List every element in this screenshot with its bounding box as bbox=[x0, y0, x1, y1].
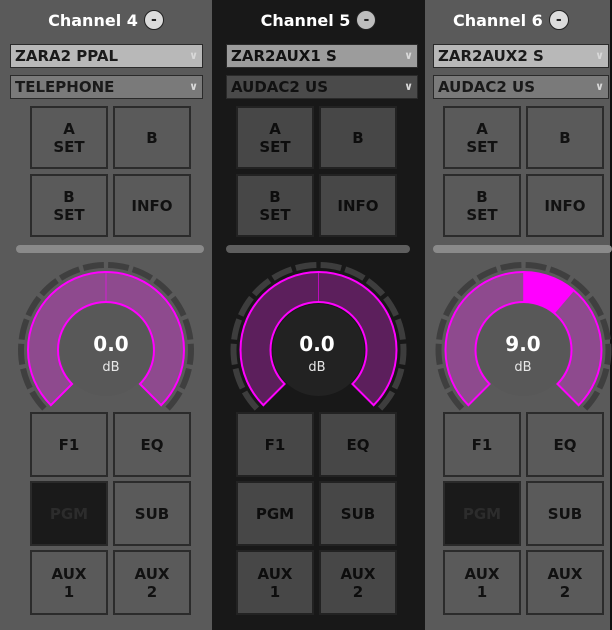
eq-button[interactable]: EQ bbox=[113, 412, 191, 477]
chevron-down-icon: ∨ bbox=[595, 80, 604, 93]
knob-tick bbox=[525, 262, 547, 271]
b-set-button[interactable]: B SET bbox=[30, 174, 108, 237]
f1-button[interactable]: F1 bbox=[30, 412, 108, 477]
knob-tick bbox=[18, 318, 30, 340]
chevron-down-icon: ∨ bbox=[404, 80, 413, 93]
destination-value: AUDAC2 US bbox=[438, 78, 536, 96]
gain-unit: dB bbox=[308, 360, 326, 375]
pgm-button[interactable]: PGM bbox=[30, 481, 108, 546]
a-set-button[interactable]: A SET bbox=[443, 106, 521, 169]
destination-select[interactable]: AUDAC2 US ∨ bbox=[433, 75, 609, 99]
knob-tick bbox=[395, 318, 406, 340]
destination-select[interactable]: AUDAC2 US ∨ bbox=[226, 75, 418, 99]
source-select[interactable]: ZARA2 PPAL ∨ bbox=[10, 44, 203, 68]
separator bbox=[433, 245, 612, 253]
channel-strip-4: Channel 4 - ZARA2 PPAL ∨ TELEPHONE ∨ A S… bbox=[0, 0, 212, 630]
channel-header: Channel 6 - bbox=[425, 8, 610, 32]
knob-tick bbox=[320, 262, 342, 271]
aux2-button[interactable]: AUX 2 bbox=[113, 550, 191, 615]
gain-value: 0.0 bbox=[93, 332, 129, 356]
destination-select[interactable]: TELEPHONE ∨ bbox=[10, 75, 203, 99]
knob-tick bbox=[108, 262, 130, 271]
aux1-button[interactable]: AUX 1 bbox=[443, 550, 521, 615]
knob-tick bbox=[230, 343, 238, 366]
a-set-button[interactable]: A SET bbox=[236, 106, 314, 169]
channel-title: Channel 5 bbox=[260, 10, 351, 30]
knob-tick bbox=[600, 318, 611, 340]
info-button[interactable]: INFO bbox=[526, 174, 604, 237]
b-set-button[interactable]: B SET bbox=[443, 174, 521, 237]
separator bbox=[16, 245, 204, 253]
gain-value: 9.0 bbox=[505, 332, 541, 356]
b-button[interactable]: B bbox=[113, 106, 191, 169]
chevron-down-icon: ∨ bbox=[404, 49, 413, 62]
minus-circle-icon[interactable]: - bbox=[356, 10, 377, 30]
knob-tick bbox=[295, 262, 317, 271]
minus-circle-icon[interactable]: - bbox=[548, 10, 569, 30]
channel-strip-6: Channel 6 - ZAR2AUX2 S ∨ AUDAC2 US ∨ A S… bbox=[425, 0, 612, 630]
chevron-down-icon: ∨ bbox=[189, 80, 198, 93]
knob-tick bbox=[500, 262, 522, 271]
info-button[interactable]: INFO bbox=[319, 174, 397, 237]
source-value: ZARA2 PPAL bbox=[15, 47, 119, 65]
knob-tick bbox=[436, 318, 447, 340]
knob-tick bbox=[186, 343, 194, 366]
aux1-button[interactable]: AUX 1 bbox=[236, 550, 314, 615]
aux2-button[interactable]: AUX 2 bbox=[526, 550, 604, 615]
knob-tick bbox=[435, 343, 443, 366]
knob-tick bbox=[604, 343, 612, 366]
source-value: ZAR2AUX2 S bbox=[438, 47, 544, 65]
knob-tick bbox=[399, 343, 407, 366]
knob-tick bbox=[82, 262, 104, 271]
f1-button[interactable]: F1 bbox=[236, 412, 314, 477]
knob-tick bbox=[182, 318, 194, 340]
a-set-button[interactable]: A SET bbox=[30, 106, 108, 169]
channel-title: Channel 4 bbox=[48, 10, 138, 30]
channel-header: Channel 4 - bbox=[0, 8, 212, 32]
aux1-button[interactable]: AUX 1 bbox=[30, 550, 108, 615]
destination-value: TELEPHONE bbox=[15, 78, 115, 96]
knob-tick bbox=[18, 343, 26, 366]
gain-value: 0.0 bbox=[299, 332, 335, 356]
channel-title: Channel 6 bbox=[453, 10, 543, 30]
mixer-panel: Channel 4 - ZARA2 PPAL ∨ TELEPHONE ∨ A S… bbox=[0, 0, 612, 630]
chevron-down-icon: ∨ bbox=[189, 49, 198, 62]
sub-button[interactable]: SUB bbox=[526, 481, 604, 546]
sub-button[interactable]: SUB bbox=[113, 481, 191, 546]
eq-button[interactable]: EQ bbox=[319, 412, 397, 477]
source-value: ZAR2AUX1 S bbox=[231, 47, 337, 65]
gain-unit: dB bbox=[102, 360, 120, 375]
minus-circle-icon[interactable]: - bbox=[143, 10, 164, 30]
pgm-button[interactable]: PGM bbox=[236, 481, 314, 546]
chevron-down-icon: ∨ bbox=[595, 49, 604, 62]
knob-tick bbox=[231, 318, 242, 340]
channel-header: Channel 5 - bbox=[212, 8, 425, 32]
pgm-button[interactable]: PGM bbox=[443, 481, 521, 546]
f1-button[interactable]: F1 bbox=[443, 412, 521, 477]
b-button[interactable]: B bbox=[319, 106, 397, 169]
eq-button[interactable]: EQ bbox=[526, 412, 604, 477]
source-select[interactable]: ZAR2AUX1 S ∨ bbox=[226, 44, 418, 68]
gain-unit: dB bbox=[514, 360, 532, 375]
info-button[interactable]: INFO bbox=[113, 174, 191, 237]
channel-strip-5: Channel 5 - ZAR2AUX1 S ∨ AUDAC2 US ∨ A S… bbox=[212, 0, 425, 630]
source-select[interactable]: ZAR2AUX2 S ∨ bbox=[433, 44, 609, 68]
b-button[interactable]: B bbox=[526, 106, 604, 169]
separator bbox=[226, 245, 410, 253]
aux2-button[interactable]: AUX 2 bbox=[319, 550, 397, 615]
sub-button[interactable]: SUB bbox=[319, 481, 397, 546]
b-set-button[interactable]: B SET bbox=[236, 174, 314, 237]
destination-value: AUDAC2 US bbox=[231, 78, 329, 96]
